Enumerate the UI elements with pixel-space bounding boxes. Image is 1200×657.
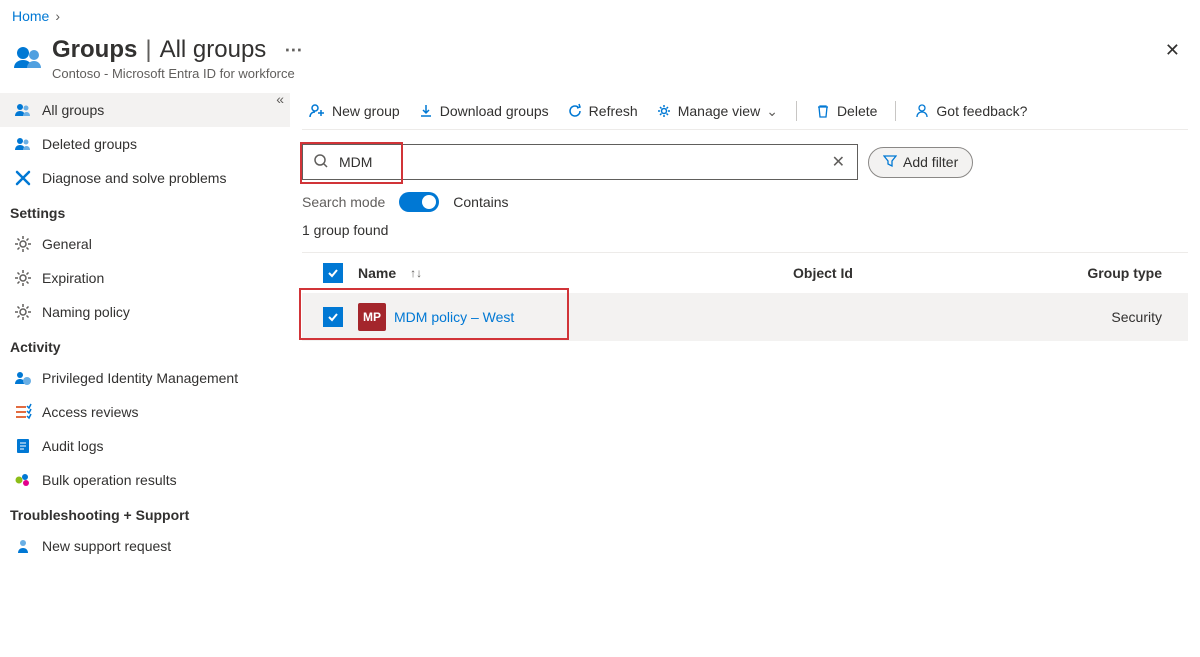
page-subtitle: Contoso - Microsoft Entra ID for workfor… xyxy=(52,66,1157,81)
sidebar-item-label: Access reviews xyxy=(42,404,138,420)
cell-group-type: Security xyxy=(1083,309,1182,325)
search-mode-value: Contains xyxy=(453,194,508,210)
gear-icon xyxy=(14,235,32,253)
manage-view-button[interactable]: Manage view ⌄ xyxy=(656,103,778,120)
close-icon[interactable]: ✕ xyxy=(1157,36,1188,65)
column-header-object-id[interactable]: Object Id xyxy=(793,265,1083,281)
sidebar-item-general[interactable]: General xyxy=(0,227,290,261)
refresh-icon xyxy=(567,103,583,119)
results-count: 1 group found xyxy=(302,222,1188,252)
search-mode-toggle[interactable] xyxy=(399,192,439,212)
gear-icon xyxy=(14,303,32,321)
sidebar-section-support: Troubleshooting + Support xyxy=(0,497,290,529)
breadcrumb-home[interactable]: Home xyxy=(12,8,49,24)
sidebar-item-pim[interactable]: Privileged Identity Management xyxy=(0,361,290,395)
sidebar-item-label: Privileged Identity Management xyxy=(42,370,238,386)
search-mode-label: Search mode xyxy=(302,194,385,210)
groups-icon xyxy=(14,101,32,119)
sidebar-item-all-groups[interactable]: All groups xyxy=(0,93,290,127)
bulk-icon xyxy=(14,471,32,489)
sidebar-item-label: Audit logs xyxy=(42,438,103,454)
pim-icon xyxy=(14,369,32,387)
download-icon xyxy=(418,103,434,119)
toolbar-separator xyxy=(796,101,797,121)
toolbar-separator xyxy=(895,101,896,121)
sidebar-item-bulk-results[interactable]: Bulk operation results xyxy=(0,463,290,497)
search-input-wrapper: ✕ xyxy=(302,144,858,180)
sidebar-item-deleted-groups[interactable]: Deleted groups xyxy=(0,127,290,161)
sidebar-item-audit-logs[interactable]: Audit logs xyxy=(0,429,290,463)
feedback-button[interactable]: Got feedback? xyxy=(914,103,1027,119)
search-input[interactable] xyxy=(339,145,820,179)
table-row[interactable]: MP MDM policy – West Security xyxy=(302,293,1188,341)
sidebar: « All groups Deleted groups Diagnose and… xyxy=(0,93,290,563)
filter-icon xyxy=(883,154,897,171)
row-checkbox[interactable] xyxy=(323,307,343,327)
page-header: Groups | All groups ⋯ Contoso - Microsof… xyxy=(0,32,1200,93)
column-header-group-type[interactable]: Group type xyxy=(1083,265,1182,281)
delete-button[interactable]: Delete xyxy=(815,103,877,119)
diagnose-icon xyxy=(14,169,32,187)
sidebar-item-label: New support request xyxy=(42,538,171,554)
groups-icon xyxy=(14,135,32,153)
logs-icon xyxy=(14,437,32,455)
sidebar-item-diagnose[interactable]: Diagnose and solve problems xyxy=(0,161,290,195)
sidebar-section-settings: Settings xyxy=(0,195,290,227)
sidebar-item-label: Naming policy xyxy=(42,304,130,320)
refresh-button[interactable]: Refresh xyxy=(567,103,638,119)
reviews-icon xyxy=(14,403,32,421)
select-all-checkbox[interactable] xyxy=(323,263,343,283)
page-title: Groups | All groups ⋯ xyxy=(52,36,1157,64)
sort-icon: ↑↓ xyxy=(410,266,422,280)
column-header-name[interactable]: Name↑↓ xyxy=(358,265,793,281)
sidebar-section-activity: Activity xyxy=(0,329,290,361)
support-icon xyxy=(14,537,32,555)
sidebar-item-label: Bulk operation results xyxy=(42,472,177,488)
groups-icon xyxy=(12,42,44,74)
new-group-button[interactable]: New group xyxy=(308,102,400,120)
chevron-right-icon: › xyxy=(55,8,60,24)
sidebar-item-naming-policy[interactable]: Naming policy xyxy=(0,295,290,329)
feedback-icon xyxy=(914,103,930,119)
search-icon xyxy=(303,153,339,172)
sidebar-item-label: Deleted groups xyxy=(42,136,137,152)
add-filter-button[interactable]: Add filter xyxy=(868,147,973,178)
group-avatar: MP xyxy=(358,303,386,331)
more-actions-icon[interactable]: ⋯ xyxy=(284,40,302,61)
collapse-sidebar-icon[interactable]: « xyxy=(276,91,284,107)
sidebar-item-label: General xyxy=(42,236,92,252)
table-header: Name↑↓ Object Id Group type xyxy=(302,252,1188,293)
group-name-link[interactable]: MDM policy – West xyxy=(394,309,514,325)
gear-icon xyxy=(14,269,32,287)
chevron-down-icon: ⌄ xyxy=(766,103,778,120)
add-group-icon xyxy=(308,102,326,120)
toolbar: New group Download groups Refresh Manage… xyxy=(302,93,1188,130)
sidebar-item-new-support[interactable]: New support request xyxy=(0,529,290,563)
sidebar-item-label: All groups xyxy=(42,102,104,118)
main-content: New group Download groups Refresh Manage… xyxy=(290,93,1200,563)
sidebar-item-access-reviews[interactable]: Access reviews xyxy=(0,395,290,429)
breadcrumb: Home › xyxy=(0,0,1200,32)
results-table: Name↑↓ Object Id Group type MP MDM polic… xyxy=(302,252,1188,341)
sidebar-item-label: Diagnose and solve problems xyxy=(42,170,226,186)
gear-icon xyxy=(656,103,672,119)
clear-search-icon[interactable]: ✕ xyxy=(820,152,857,172)
sidebar-item-label: Expiration xyxy=(42,270,104,286)
download-groups-button[interactable]: Download groups xyxy=(418,103,549,119)
sidebar-item-expiration[interactable]: Expiration xyxy=(0,261,290,295)
delete-icon xyxy=(815,103,831,119)
